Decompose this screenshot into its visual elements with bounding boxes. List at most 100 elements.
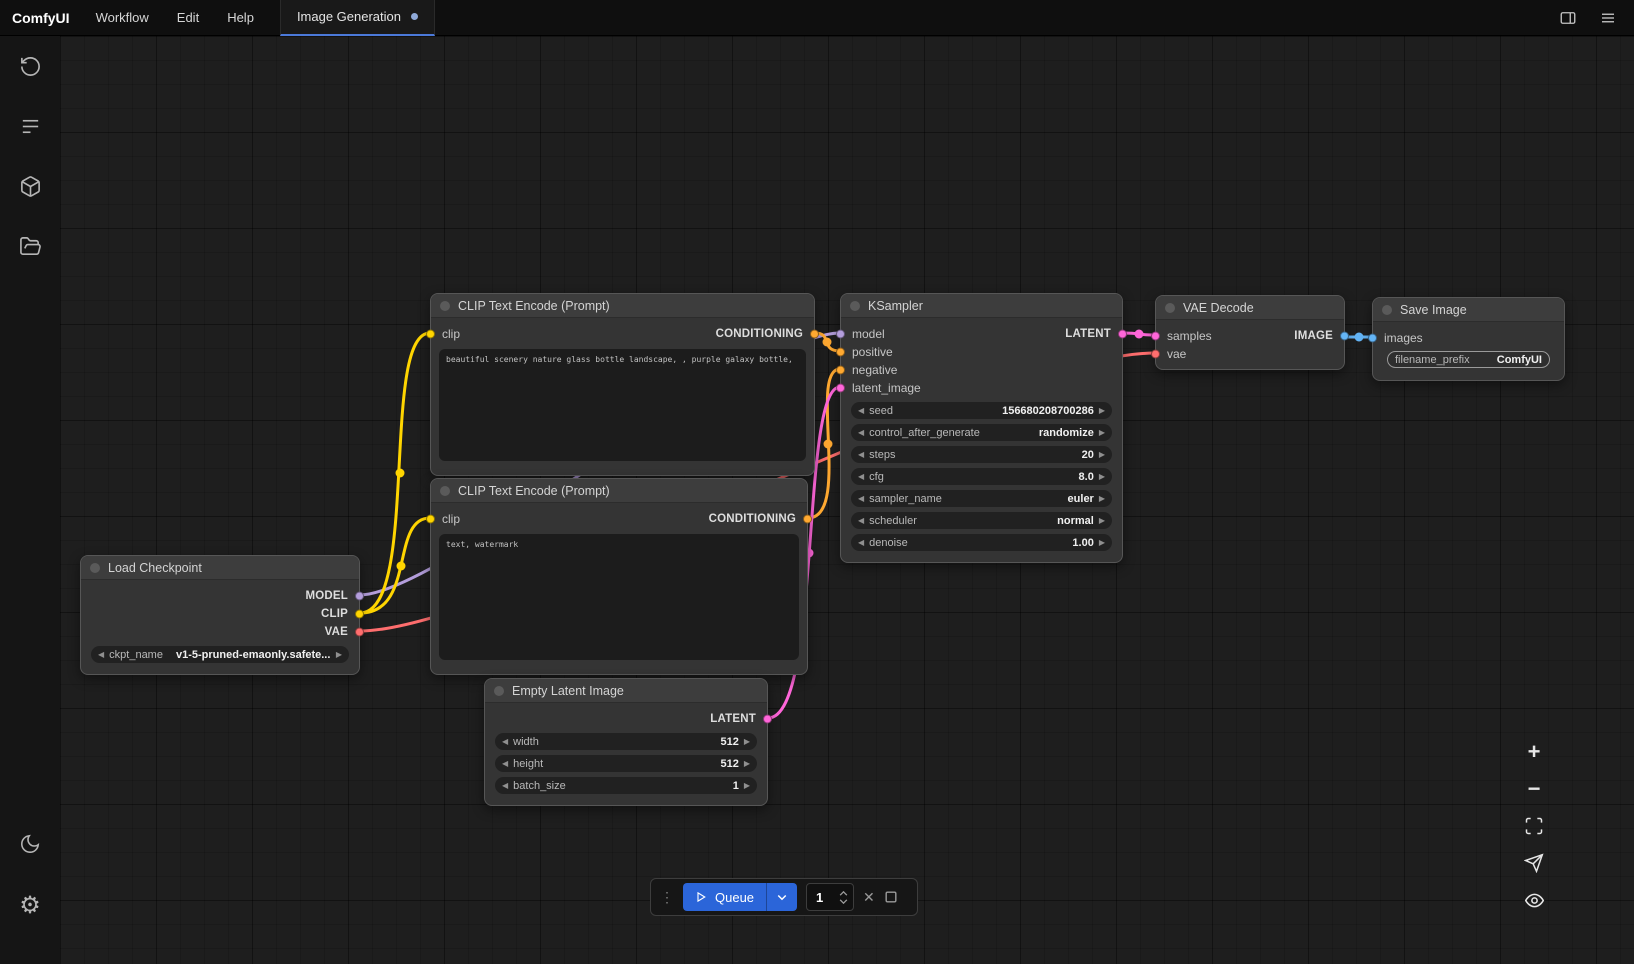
widget-seed[interactable]: seed 156680208700286 (851, 402, 1112, 419)
widget-width[interactable]: width 512 (495, 733, 757, 750)
node-header[interactable]: VAE Decode (1156, 296, 1344, 320)
spinner-arrows[interactable] (839, 891, 848, 904)
arrow-right-icon[interactable] (744, 759, 750, 768)
tab-image-generation[interactable]: Image Generation (280, 0, 435, 36)
node-header[interactable]: CLIP Text Encode (Prompt) (431, 479, 807, 503)
output-dot-vae[interactable] (355, 628, 364, 637)
zoom-in-icon[interactable]: + (1522, 740, 1546, 764)
batch-count-input[interactable]: 1 (806, 883, 854, 911)
model-library-icon[interactable] (18, 174, 42, 198)
collapse-dot[interactable] (90, 563, 100, 573)
output-dot-latent[interactable] (763, 715, 772, 724)
input-dot-samples[interactable] (1151, 332, 1160, 341)
collapse-dot[interactable] (440, 486, 450, 496)
settings-gear-icon[interactable]: ⚙ (18, 894, 42, 918)
link-midpoint-dot[interactable] (1135, 330, 1144, 339)
menu-help[interactable]: Help (227, 10, 254, 25)
input-dot-clip[interactable] (426, 330, 435, 339)
input-dot-negative[interactable] (836, 366, 845, 375)
output-dot-conditioning[interactable] (810, 330, 819, 339)
output-dot-latent[interactable] (1118, 330, 1127, 339)
arrow-right-icon[interactable] (1099, 538, 1105, 547)
arrow-left-icon[interactable] (98, 650, 104, 659)
input-dot-latent-image[interactable] (836, 384, 845, 393)
arrow-right-icon[interactable] (1099, 472, 1105, 481)
input-dot-vae[interactable] (1151, 350, 1160, 359)
arrow-right-icon[interactable] (744, 781, 750, 790)
chevron-up-icon[interactable] (839, 891, 848, 896)
arrow-right-icon[interactable] (1099, 450, 1105, 459)
toggle-panel-icon[interactable] (1556, 6, 1580, 30)
widget-control-after-generate[interactable]: control_after_generate randomize (851, 424, 1112, 441)
arrow-left-icon[interactable] (502, 781, 508, 790)
workflows-folder-icon[interactable] (18, 234, 42, 258)
node-vae-decode[interactable]: VAE Decode samples IMAGE vae (1155, 295, 1345, 370)
link-midpoint-dot[interactable] (824, 440, 833, 449)
link-midpoint-dot[interactable] (397, 562, 406, 571)
link-midpoint-dot[interactable] (823, 338, 832, 347)
arrow-right-icon[interactable] (744, 737, 750, 746)
menu-workflow[interactable]: Workflow (96, 10, 149, 25)
node-header[interactable]: KSampler (841, 294, 1122, 318)
prompt-textarea[interactable]: beautiful scenery nature glass bottle la… (439, 349, 806, 461)
stop-icon[interactable] (884, 890, 898, 904)
widget-denoise[interactable]: denoise 1.00 (851, 534, 1112, 551)
arrow-left-icon[interactable] (858, 538, 864, 547)
collapse-dot[interactable] (1382, 305, 1392, 315)
history-icon[interactable] (18, 54, 42, 78)
output-dot-conditioning[interactable] (803, 515, 812, 524)
hamburger-menu-icon[interactable] (1596, 6, 1620, 30)
node-header[interactable]: Empty Latent Image (485, 679, 767, 703)
link-clip-1[interactable] (360, 333, 430, 613)
queue-button[interactable]: Queue (683, 883, 797, 911)
collapse-dot[interactable] (1165, 303, 1175, 313)
widget-filename-prefix[interactable]: filename_prefix ComfyUI (1387, 351, 1550, 368)
input-dot-model[interactable] (836, 330, 845, 339)
link-midpoint-dot[interactable] (396, 469, 405, 478)
arrow-right-icon[interactable] (1099, 494, 1105, 503)
collapse-dot[interactable] (440, 301, 450, 311)
theme-moon-icon[interactable] (18, 832, 42, 856)
collapse-dot[interactable] (850, 301, 860, 311)
zoom-out-icon[interactable]: − (1522, 777, 1546, 801)
node-clip-text-encode-positive[interactable]: CLIP Text Encode (Prompt) clip CONDITION… (430, 293, 815, 476)
arrow-left-icon[interactable] (858, 428, 864, 437)
chevron-down-icon[interactable] (839, 899, 848, 904)
widget-scheduler[interactable]: scheduler normal (851, 512, 1112, 529)
input-dot-images[interactable] (1368, 334, 1377, 343)
pan-select-icon[interactable] (1522, 851, 1546, 875)
prompt-textarea[interactable]: text, watermark (439, 534, 799, 660)
input-dot-clip[interactable] (426, 515, 435, 524)
arrow-right-icon[interactable] (336, 650, 342, 659)
arrow-left-icon[interactable] (502, 759, 508, 768)
node-canvas[interactable]: Load Checkpoint MODEL CLIP VAE ckpt_name… (60, 36, 1634, 964)
node-clip-text-encode-negative[interactable]: CLIP Text Encode (Prompt) clip CONDITION… (430, 478, 808, 675)
widget-steps[interactable]: steps 20 (851, 446, 1112, 463)
widget-ckpt-name[interactable]: ckpt_name v1-5-pruned-emaonly.safete... (91, 646, 349, 663)
node-ksampler[interactable]: KSampler model LATENT positive negative … (840, 293, 1123, 563)
toggle-link-visibility-eye-icon[interactable] (1522, 888, 1546, 912)
output-dot-clip[interactable] (355, 610, 364, 619)
queue-list-icon[interactable] (18, 114, 42, 138)
menu-edit[interactable]: Edit (177, 10, 199, 25)
node-load-checkpoint[interactable]: Load Checkpoint MODEL CLIP VAE ckpt_name… (80, 555, 360, 675)
arrow-left-icon[interactable] (858, 494, 864, 503)
widget-batch-size[interactable]: batch_size 1 (495, 777, 757, 794)
fit-view-icon[interactable] (1522, 814, 1546, 838)
node-empty-latent-image[interactable]: Empty Latent Image LATENT width 512 heig… (484, 678, 768, 806)
output-dot-image[interactable] (1340, 332, 1349, 341)
output-dot-model[interactable] (355, 592, 364, 601)
arrow-right-icon[interactable] (1099, 428, 1105, 437)
node-save-image[interactable]: Save Image images filename_prefix ComfyU… (1372, 297, 1565, 381)
widget-height[interactable]: height 512 (495, 755, 757, 772)
input-dot-positive[interactable] (836, 348, 845, 357)
widget-cfg[interactable]: cfg 8.0 (851, 468, 1112, 485)
link-midpoint-dot[interactable] (1355, 333, 1364, 342)
drag-handle-icon[interactable] (660, 889, 674, 906)
clear-queue-icon[interactable] (863, 889, 875, 906)
arrow-right-icon[interactable] (1099, 406, 1105, 415)
node-header[interactable]: Load Checkpoint (81, 556, 359, 580)
arrow-left-icon[interactable] (858, 450, 864, 459)
arrow-left-icon[interactable] (858, 472, 864, 481)
arrow-left-icon[interactable] (858, 406, 864, 415)
